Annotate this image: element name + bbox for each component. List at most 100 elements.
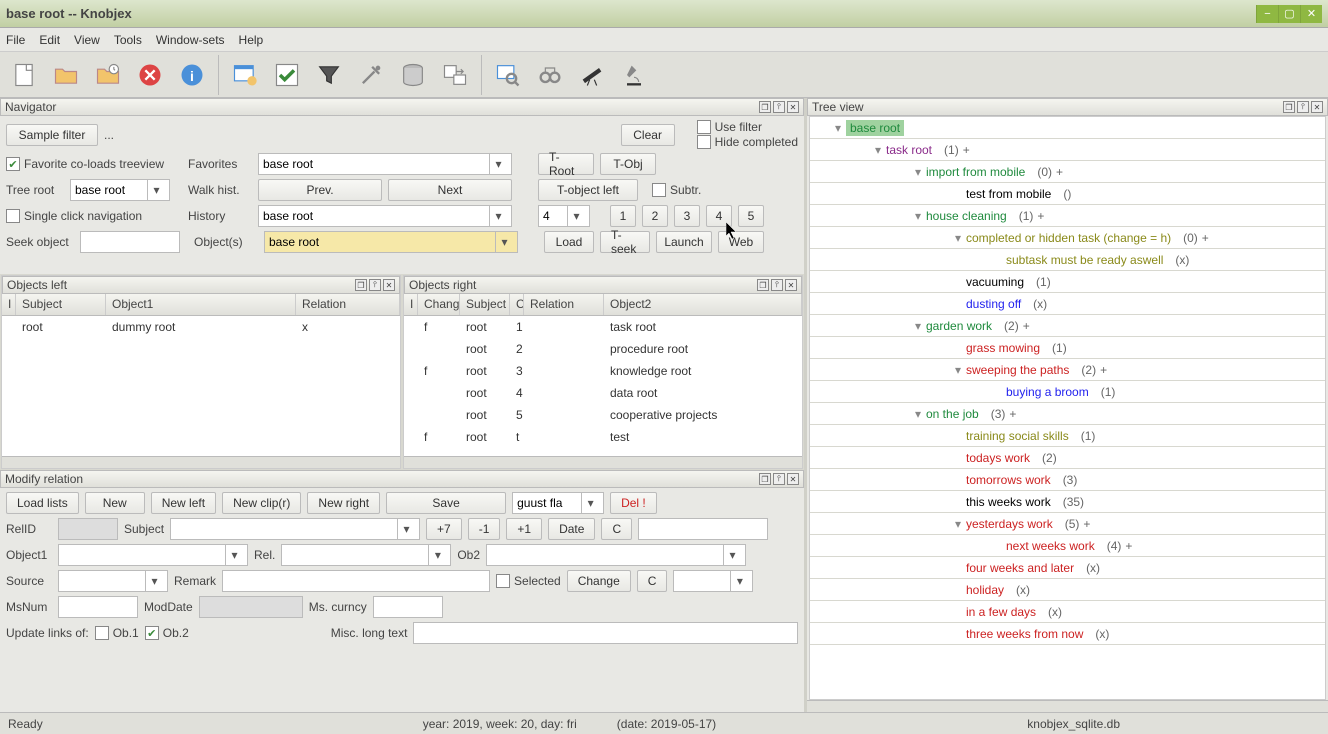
tree-row[interactable]: next weeks work(4)+ xyxy=(810,535,1325,557)
menu-window-sets[interactable]: Window-sets xyxy=(156,33,225,47)
tree-label[interactable]: base root xyxy=(846,120,904,136)
tree-row[interactable]: ▾on the job(3)+ xyxy=(810,403,1325,425)
relid-input[interactable] xyxy=(58,518,118,540)
change-button[interactable]: Change xyxy=(567,570,631,592)
panel-pin-icon[interactable]: ⫯ xyxy=(773,101,785,113)
selected-checkbox[interactable] xyxy=(496,574,510,588)
db-icon[interactable] xyxy=(393,55,433,95)
tree-label[interactable]: on the job xyxy=(926,407,979,421)
num-1-button[interactable]: 1 xyxy=(610,205,636,227)
tree-row[interactable]: ▾sweeping the paths(2)+ xyxy=(810,359,1325,381)
check-icon[interactable] xyxy=(267,55,307,95)
tree-row[interactable]: vacuuming(1) xyxy=(810,271,1325,293)
tree-row[interactable]: ▾garden work(2)+ xyxy=(810,315,1325,337)
ob2-checkbox[interactable] xyxy=(145,626,159,640)
panel-restore-icon[interactable]: ❐ xyxy=(759,101,771,113)
panel-restore-icon[interactable]: ❐ xyxy=(355,279,367,291)
object1-combo[interactable]: ▾ xyxy=(58,544,248,566)
mscurncy-input[interactable] xyxy=(373,596,443,618)
microscope-icon[interactable] xyxy=(614,55,654,95)
t-obj-button[interactable]: T-Obj xyxy=(600,153,656,175)
plus1-button[interactable]: +1 xyxy=(506,518,542,540)
tree-label[interactable]: four weeks and later xyxy=(966,561,1074,575)
history-combo[interactable]: base root▾ xyxy=(258,205,512,227)
num-2-button[interactable]: 2 xyxy=(642,205,668,227)
expand-icon[interactable]: ▾ xyxy=(910,209,926,223)
table-row[interactable]: root5cooperative projects xyxy=(404,404,802,426)
telescope-icon[interactable] xyxy=(572,55,612,95)
panel-pin-icon[interactable]: ⫯ xyxy=(773,473,785,485)
panel-close-icon[interactable]: ✕ xyxy=(785,279,797,291)
tree-row[interactable]: subtask must be ready aswell(x) xyxy=(810,249,1325,271)
tree-row[interactable]: dusting off(x) xyxy=(810,293,1325,315)
tree-label[interactable]: house cleaning xyxy=(926,209,1007,223)
panel-close-icon[interactable]: ✕ xyxy=(1311,101,1323,113)
ob1-checkbox[interactable] xyxy=(95,626,109,640)
tree-label[interactable]: grass mowing xyxy=(966,341,1040,355)
tree-label[interactable]: this weeks work xyxy=(966,495,1051,509)
tree-row[interactable]: ▾base root xyxy=(810,117,1325,139)
tree-label[interactable]: todays work xyxy=(966,451,1030,465)
tree-row[interactable]: grass mowing(1) xyxy=(810,337,1325,359)
launch-button[interactable]: Launch xyxy=(656,231,712,253)
date-input[interactable] xyxy=(638,518,768,540)
sample-filter-button[interactable]: Sample filter xyxy=(6,124,98,146)
tree-row[interactable]: buying a broom(1) xyxy=(810,381,1325,403)
tree-label[interactable]: garden work xyxy=(926,319,992,333)
load-button[interactable]: Load xyxy=(544,231,594,253)
tree-label[interactable]: next weeks work xyxy=(1006,539,1095,553)
menu-tools[interactable]: Tools xyxy=(114,33,142,47)
tree-label[interactable]: tomorrows work xyxy=(966,473,1051,487)
tree-row[interactable]: ▾import from mobile(0)+ xyxy=(810,161,1325,183)
table-row[interactable]: frootttest xyxy=(404,426,802,448)
expand-icon[interactable]: ▾ xyxy=(910,407,926,421)
new-left-button[interactable]: New left xyxy=(151,492,216,514)
user-combo[interactable]: guust fla▾ xyxy=(512,492,604,514)
rel-combo[interactable]: ▾ xyxy=(281,544,451,566)
tree-row[interactable]: test from mobile() xyxy=(810,183,1325,205)
new-right-button[interactable]: New right xyxy=(307,492,380,514)
tree-row[interactable]: ▾house cleaning(1)+ xyxy=(810,205,1325,227)
tree-label[interactable]: import from mobile xyxy=(926,165,1025,179)
new-button[interactable]: New xyxy=(85,492,145,514)
expand-icon[interactable]: ▾ xyxy=(950,231,966,245)
minimize-button[interactable]: − xyxy=(1256,5,1278,23)
recent-icon[interactable] xyxy=(88,55,128,95)
hist-num-combo[interactable]: 4▾ xyxy=(538,205,590,227)
tree-root-combo[interactable]: base root▾ xyxy=(70,179,170,201)
prev-button[interactable]: Prev. xyxy=(258,179,382,201)
t-seek-button[interactable]: T-seek xyxy=(600,231,650,253)
load-lists-button[interactable]: Load lists xyxy=(6,492,79,514)
panel-pin-icon[interactable]: ⫯ xyxy=(771,279,783,291)
tree-row[interactable]: this weeks work(35) xyxy=(810,491,1325,513)
single-click-checkbox[interactable] xyxy=(6,209,20,223)
expand-icon[interactable]: ▾ xyxy=(950,517,966,531)
tree-row[interactable]: ▾task root(1)+ xyxy=(810,139,1325,161)
del-button[interactable]: Del ! xyxy=(610,492,657,514)
table-row[interactable]: root2procedure root xyxy=(404,338,802,360)
use-filter-checkbox[interactable] xyxy=(697,120,711,134)
close-button[interactable]: ✕ xyxy=(1300,5,1322,23)
remark-input[interactable] xyxy=(222,570,490,592)
table-row[interactable]: froot3knowledge root xyxy=(404,360,802,382)
favorites-combo[interactable]: base root▾ xyxy=(258,153,512,175)
tree-label[interactable]: sweeping the paths xyxy=(966,363,1069,377)
seek-input[interactable] xyxy=(80,231,180,253)
panel-close-icon[interactable]: ✕ xyxy=(383,279,395,291)
tree-row[interactable]: in a few days(x) xyxy=(810,601,1325,623)
panel-restore-icon[interactable]: ❐ xyxy=(757,279,769,291)
change-combo[interactable]: ▾ xyxy=(673,570,753,592)
menu-help[interactable]: Help xyxy=(239,33,264,47)
moddate-input[interactable] xyxy=(199,596,303,618)
tree-row[interactable]: todays work(2) xyxy=(810,447,1325,469)
web-button[interactable]: Web xyxy=(718,231,764,253)
save-button[interactable]: Save xyxy=(386,492,506,514)
num-3-button[interactable]: 3 xyxy=(674,205,700,227)
export-icon[interactable] xyxy=(435,55,475,95)
panel-pin-icon[interactable]: ⫯ xyxy=(369,279,381,291)
tree-row[interactable]: ▾yesterdays work(5)+ xyxy=(810,513,1325,535)
cancel-icon[interactable] xyxy=(130,55,170,95)
next-button[interactable]: Next xyxy=(388,179,512,201)
hide-completed-checkbox[interactable] xyxy=(697,135,711,149)
tree-label[interactable]: holiday xyxy=(966,583,1004,597)
